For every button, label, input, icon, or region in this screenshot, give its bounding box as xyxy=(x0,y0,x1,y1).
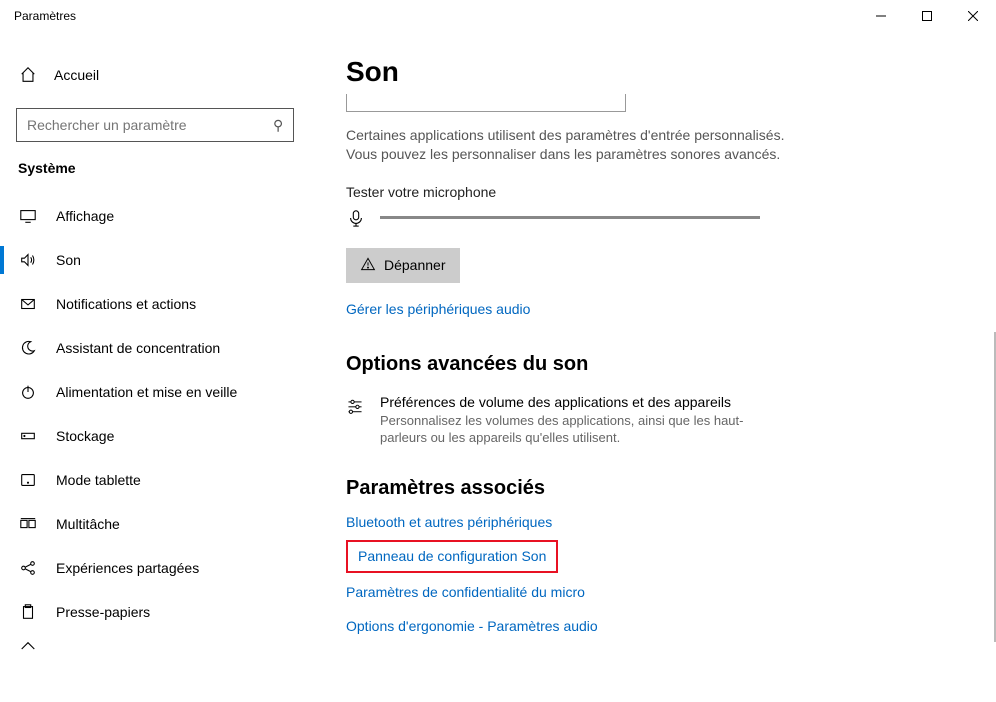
sidebar-item-label: Presse-papiers xyxy=(56,604,150,620)
sidebar-item-clipboard[interactable]: Presse-papiers xyxy=(0,590,310,634)
mic-meter-row xyxy=(346,208,976,228)
related-heading: Paramètres associés xyxy=(346,477,976,500)
display-icon xyxy=(18,206,38,226)
sidebar-item-label: Affichage xyxy=(56,208,114,224)
sidebar-item-display[interactable]: Affichage xyxy=(0,194,310,238)
sidebar-item-label: Assistant de concentration xyxy=(56,340,220,356)
clipboard-icon xyxy=(18,602,38,622)
maximize-button[interactable] xyxy=(904,0,950,32)
home-label: Accueil xyxy=(54,67,99,83)
minimize-button[interactable] xyxy=(858,0,904,32)
page-title: Son xyxy=(346,56,976,88)
pref-desc: Personnalisez les volumes des applicatio… xyxy=(380,412,786,447)
sidebar-item-sound[interactable]: Son xyxy=(0,238,310,282)
pref-title: Préférences de volume des applications e… xyxy=(380,394,786,410)
app-volume-prefs[interactable]: Préférences de volume des applications e… xyxy=(346,394,786,447)
close-button[interactable] xyxy=(950,0,996,32)
link-ease-audio[interactable]: Options d'ergonomie - Paramètres audio xyxy=(346,618,598,634)
link-sound-panel[interactable]: Panneau de configuration Son xyxy=(358,548,546,564)
advanced-heading: Options avancées du son xyxy=(346,353,976,376)
sidebar-item-label: Mode tablette xyxy=(56,472,141,488)
window-controls xyxy=(858,0,996,32)
home-icon xyxy=(18,65,38,85)
tablet-icon xyxy=(18,470,38,490)
notifications-icon xyxy=(18,294,38,314)
sidebar-item-focus[interactable]: Assistant de concentration xyxy=(0,326,310,370)
search-input[interactable] xyxy=(27,117,273,133)
sidebar-item-power[interactable]: Alimentation et mise en veille xyxy=(0,370,310,414)
category-header: Système xyxy=(0,160,310,176)
device-dropdown-partial[interactable] xyxy=(346,94,626,112)
search-box[interactable]: ⚲ xyxy=(16,108,294,142)
shared-icon xyxy=(18,558,38,578)
sidebar-item-shared[interactable]: Expériences partagées xyxy=(0,546,310,590)
troubleshoot-label: Dépanner xyxy=(384,257,446,273)
remote-icon xyxy=(18,639,38,659)
sliders-icon xyxy=(346,396,364,416)
home-button[interactable]: Accueil xyxy=(0,56,310,94)
sidebar-item-tablet[interactable]: Mode tablette xyxy=(0,458,310,502)
sidebar-item-multitask[interactable]: Multitâche xyxy=(0,502,310,546)
sound-icon xyxy=(18,250,38,270)
microphone-icon xyxy=(346,208,366,228)
search-icon: ⚲ xyxy=(273,117,283,134)
sidebar-item-label: Alimentation et mise en veille xyxy=(56,384,237,400)
power-icon xyxy=(18,382,38,402)
sidebar-item-label: Stockage xyxy=(56,428,114,444)
moon-icon xyxy=(18,338,38,358)
window-title: Paramètres xyxy=(0,9,858,23)
sidebar-item-storage[interactable]: Stockage xyxy=(0,414,310,458)
sidebar-item-label: Notifications et actions xyxy=(56,296,196,312)
sidebar-item-label: Expériences partagées xyxy=(56,560,199,576)
sidebar-item-label: Son xyxy=(56,252,81,268)
link-bluetooth[interactable]: Bluetooth et autres périphériques xyxy=(346,514,552,530)
sidebar: Accueil ⚲ Système Affichage Son Notifica… xyxy=(0,32,310,702)
manage-audio-link[interactable]: Gérer les périphériques audio xyxy=(346,301,976,317)
test-mic-label: Tester votre microphone xyxy=(346,184,976,200)
warning-icon xyxy=(360,256,376,275)
sidebar-item-partial[interactable] xyxy=(0,634,310,664)
multitask-icon xyxy=(18,514,38,534)
main-panel: Son Certaines applications utilisent des… xyxy=(310,32,996,702)
highlight-box: Panneau de configuration Son xyxy=(346,540,558,573)
sidebar-item-label: Multitâche xyxy=(56,516,120,532)
storage-icon xyxy=(18,426,38,446)
info-text: Certaines applications utilisent des par… xyxy=(346,126,806,164)
troubleshoot-button[interactable]: Dépanner xyxy=(346,248,460,283)
sidebar-item-notifications[interactable]: Notifications et actions xyxy=(0,282,310,326)
link-mic-privacy[interactable]: Paramètres de confidentialité du micro xyxy=(346,584,585,600)
mic-level-meter xyxy=(380,216,760,219)
titlebar: Paramètres xyxy=(0,0,996,32)
